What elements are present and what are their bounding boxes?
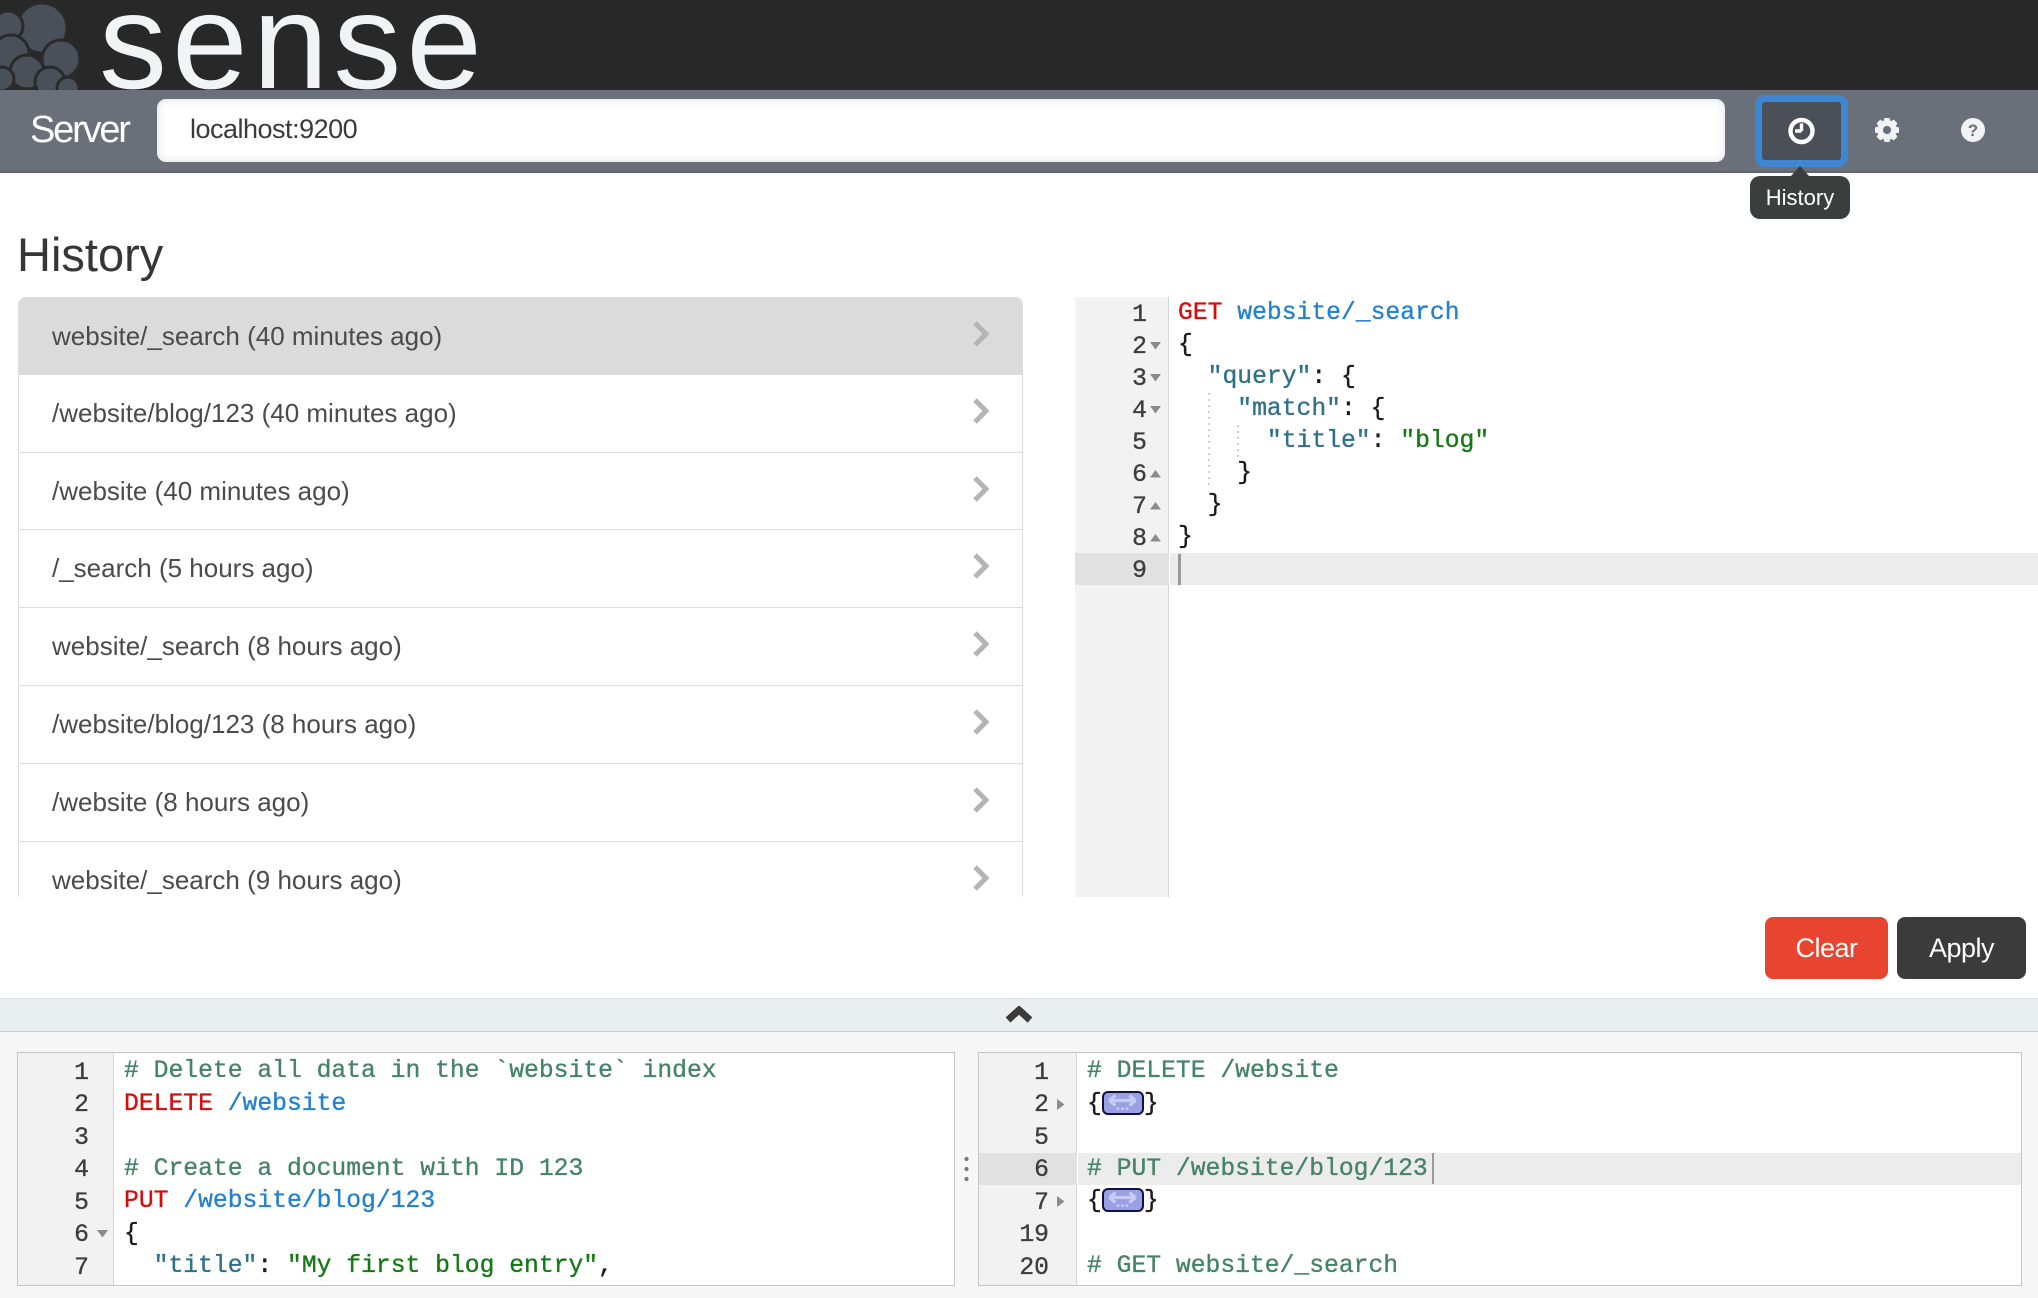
svg-text:?: ? (1968, 121, 1978, 140)
